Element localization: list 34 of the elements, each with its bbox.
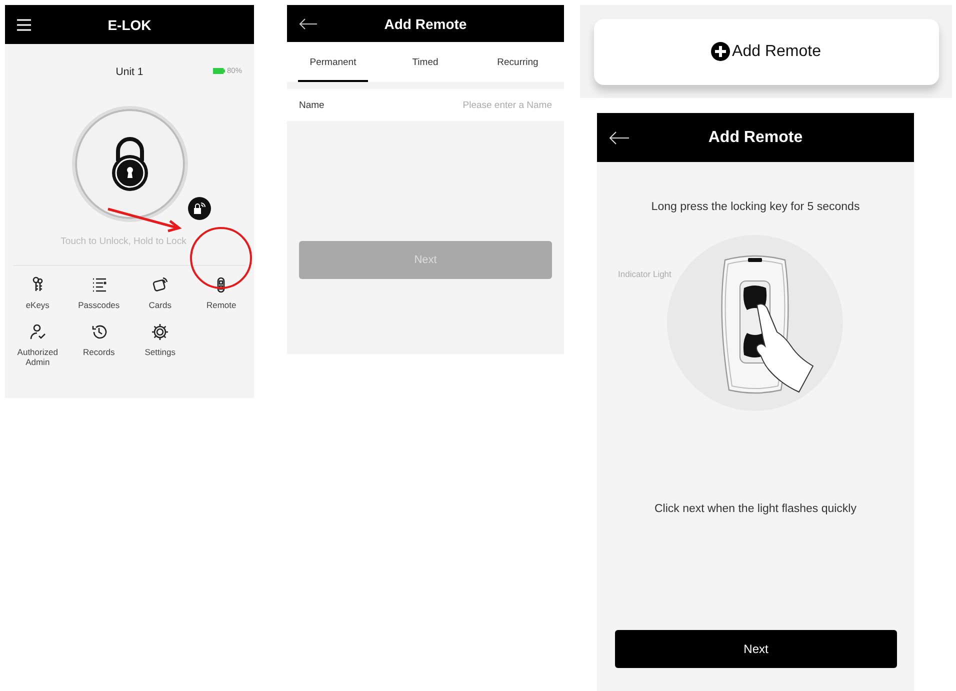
feature-item[interactable]: Remote [190, 276, 252, 311]
feature-item[interactable]: Passcodes [68, 276, 130, 311]
battery-icon [212, 68, 225, 74]
indicator-label: Indicator Light [618, 269, 672, 279]
settings-icon [151, 322, 170, 341]
highlight-circle [190, 227, 252, 289]
tab[interactable]: Recurring [472, 42, 564, 82]
next-button[interactable]: Next [615, 630, 897, 668]
records-icon [90, 322, 108, 341]
feature-item[interactable]: Settings [130, 322, 191, 368]
back-icon[interactable] [609, 130, 629, 144]
field-label: Name [299, 100, 324, 110]
feature-item[interactable]: Authorized Admin [7, 322, 68, 368]
feature-item[interactable]: Cards [130, 276, 191, 311]
back-icon[interactable] [299, 18, 317, 30]
add-remote-button[interactable]: Add Remote [594, 18, 938, 84]
unit-name: Unit 1 [116, 66, 144, 78]
feature-item[interactable]: Records [68, 322, 130, 368]
instruction-text: Long press the locking key for 5 seconds [650, 201, 861, 213]
tab[interactable]: Timed [379, 42, 472, 82]
menu-icon[interactable] [17, 18, 31, 30]
name-field[interactable]: Name Please enter a Name [287, 89, 564, 121]
confirm-text: Click next when the light flashes quickly [654, 503, 858, 515]
app-title: E-LOK [108, 16, 152, 32]
screen-title: Add Remote [384, 16, 467, 32]
remote-unlock-icon[interactable] [188, 197, 211, 220]
plus-icon [711, 42, 730, 61]
admin-icon [28, 322, 47, 341]
feature-item[interactable]: eKeys [7, 276, 68, 311]
cards-icon [151, 276, 170, 294]
lock-hint: Touch to Unlock, Hold to Lock [60, 236, 186, 247]
tab[interactable]: Permanent [298, 42, 368, 82]
screen-title: Add Remote [708, 128, 803, 146]
name-input[interactable]: Please enter a Name [422, 100, 552, 110]
